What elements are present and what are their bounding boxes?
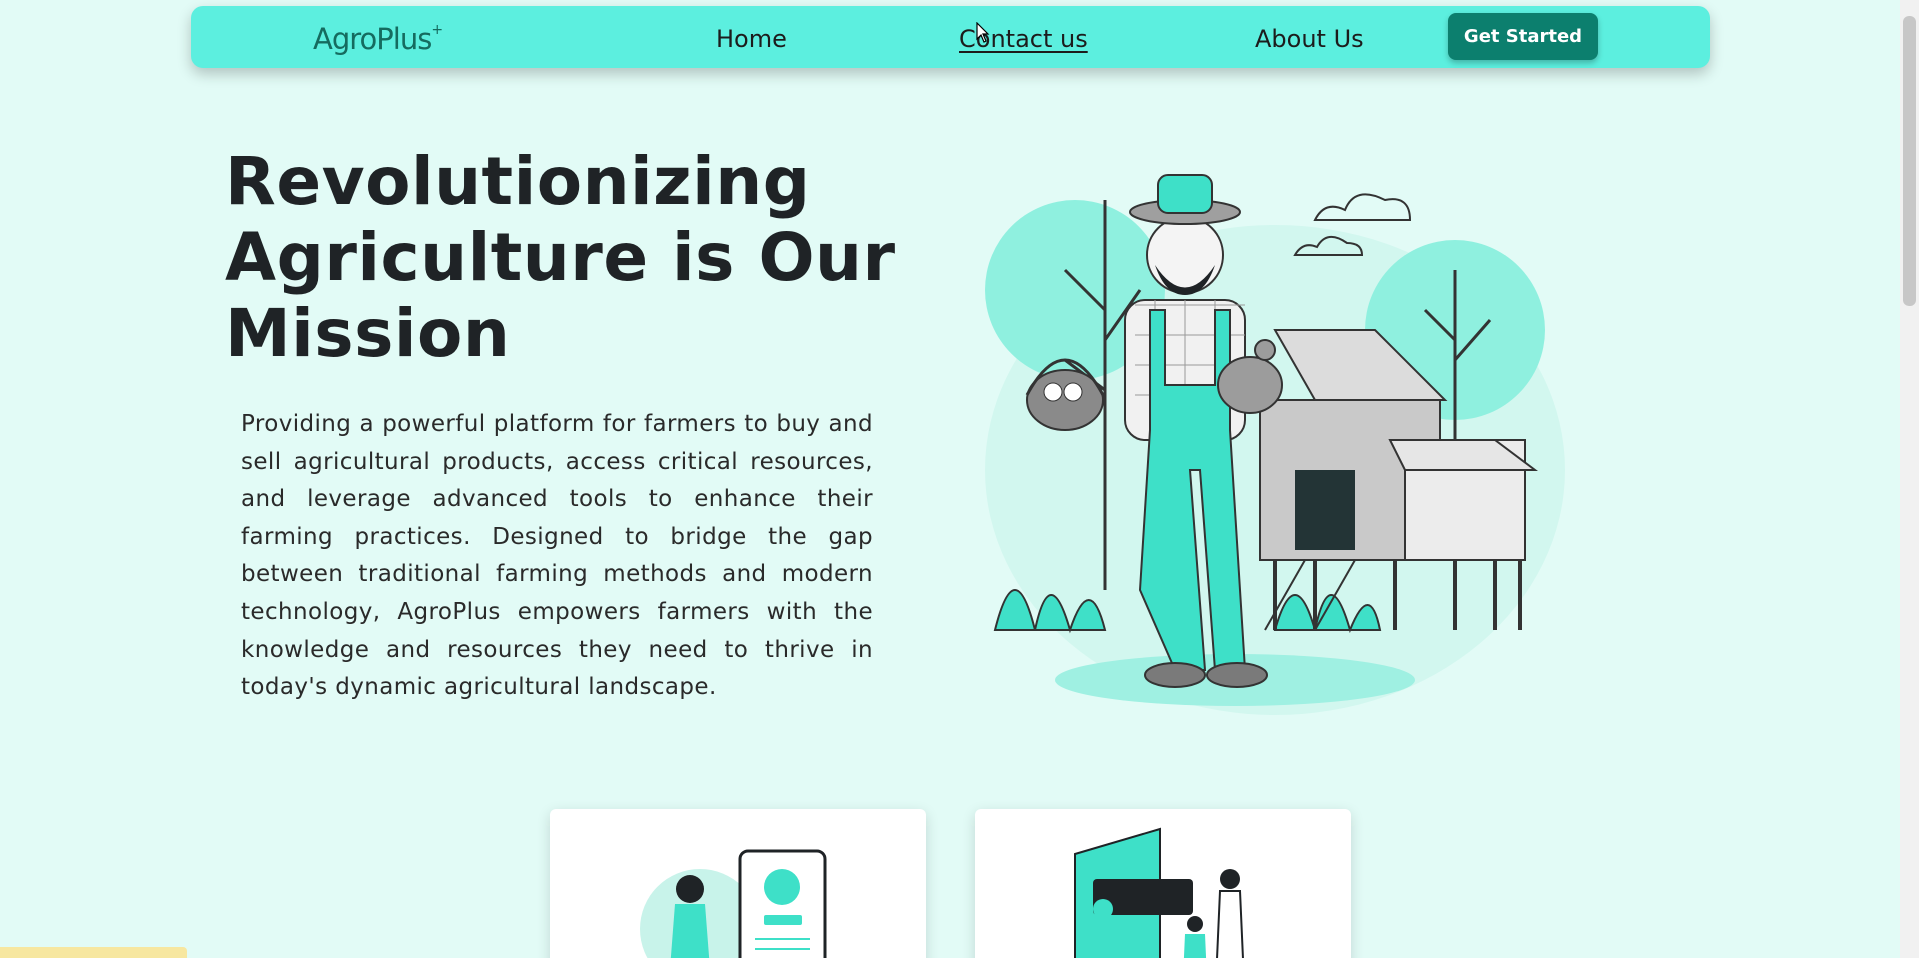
browser-status-bar [0, 947, 187, 958]
hero-title-line: Agriculture is Our [225, 219, 896, 296]
logo-plus-mark: + [431, 22, 443, 39]
page: AgroPlus+ Home Contact us About Us Get S… [0, 0, 1919, 958]
hero-title-line: Mission [225, 295, 511, 372]
farmer-illustration-icon [985, 174, 1565, 715]
scrollbar-thumb[interactable] [1903, 16, 1916, 306]
nav-link-home[interactable]: Home [716, 25, 787, 53]
hero-description: Providing a powerful platform for farmer… [241, 411, 873, 701]
feature-card[interactable] [550, 809, 926, 958]
brand-logo[interactable]: AgroPlus+ [313, 22, 443, 56]
feature-card[interactable] [975, 809, 1351, 958]
hero-title: Revolutionizing Agriculture is Our Missi… [225, 144, 905, 372]
mouse-cursor-icon [976, 22, 990, 43]
nav-link-about[interactable]: About Us [1255, 25, 1364, 53]
logo-text: AgroPlus [313, 22, 432, 56]
get-started-button[interactable]: Get Started [1448, 13, 1598, 60]
navbar: AgroPlus+ Home Contact us About Us Get S… [191, 6, 1710, 68]
hero-title-line: Revolutionizing [225, 143, 811, 220]
online-shopping-illustration-icon [640, 849, 827, 958]
digital-payment-illustration-icon [1074, 827, 1244, 958]
